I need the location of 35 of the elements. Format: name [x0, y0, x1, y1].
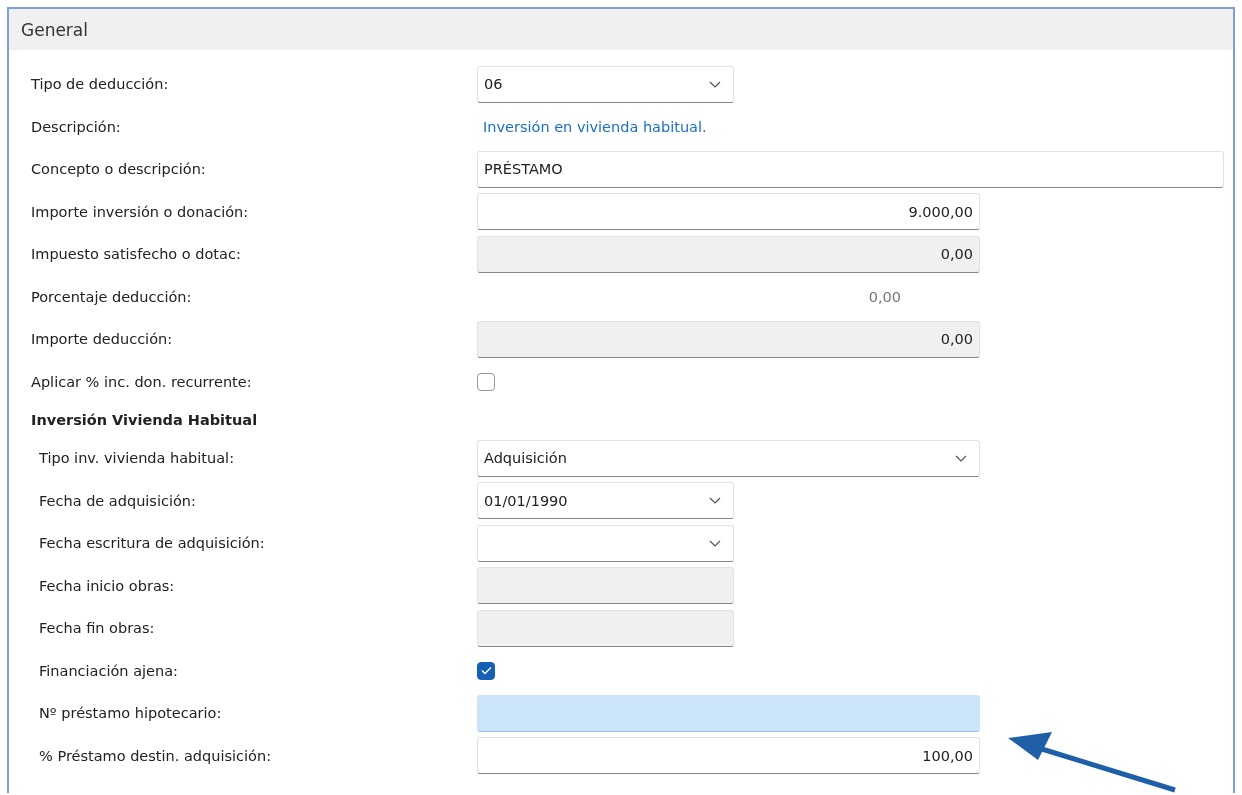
field-label: Tipo de deducción: — [31, 76, 170, 93]
field-label: Descripción: — [31, 118, 122, 135]
field-label: % Préstamo destin. adquisición: — [38, 747, 272, 764]
checkmark-icon — [480, 666, 492, 676]
field-label: Fecha escritura de adquisición: — [38, 535, 266, 552]
input-field[interactable]: 100,00 — [477, 737, 980, 775]
dropdown[interactable]: Adquisición — [477, 439, 980, 477]
input-field[interactable]: 9.000,00 — [477, 193, 980, 231]
chevron-down-icon — [709, 539, 721, 547]
section-heading: Inversión Vivienda Habitual — [31, 411, 259, 430]
field-label: Importe deducción: — [31, 331, 174, 348]
text-field[interactable]: PRÉSTAMO — [477, 150, 1224, 188]
field-label: Fecha fin obras: — [38, 620, 156, 637]
field-label: Impuesto satisfecho o dotac: — [31, 246, 242, 263]
description-text: Inversión en vivienda habitual. — [482, 118, 707, 135]
checkbox[interactable] — [477, 661, 495, 680]
field-label: Fecha inicio obras: — [38, 577, 176, 594]
field-label: Importe inversión o donación: — [31, 203, 250, 220]
chevron-down-icon — [709, 80, 721, 88]
field-label: Aplicar % inc. don. recurrente: — [31, 373, 253, 390]
dropdown[interactable]: 06 — [477, 65, 734, 103]
dropdown[interactable]: 01/01/1990 — [477, 482, 734, 520]
checkbox[interactable] — [477, 372, 495, 391]
input-field[interactable] — [477, 694, 980, 732]
field-label: Nº préstamo hipotecario: — [38, 705, 223, 722]
chevron-down-icon — [955, 454, 967, 462]
field-label: Tipo inv. vivienda habitual: — [38, 450, 236, 467]
field-label: Concepto o descripción: — [31, 161, 207, 178]
field-label: Financiación ajena: — [38, 662, 179, 679]
dropdown[interactable] — [477, 524, 734, 562]
panel-title: General — [21, 19, 88, 40]
field-label: Fecha de adquisición: — [38, 492, 197, 509]
value-text: 0,00 — [867, 288, 901, 305]
field-label: Porcentaje deducción: — [31, 288, 193, 305]
chevron-down-icon — [709, 497, 721, 505]
